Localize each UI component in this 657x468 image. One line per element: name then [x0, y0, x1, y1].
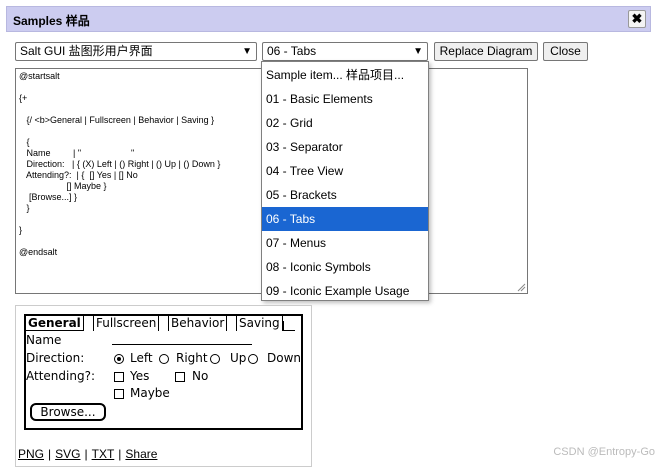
diagram-preview: General Fullscreen Behavior Saving Name …: [15, 305, 312, 467]
close-button[interactable]: Close: [543, 42, 588, 61]
dropdown-option[interactable]: 09 - Iconic Example Usage: [262, 279, 428, 303]
tab-behavior[interactable]: Behavior: [169, 316, 227, 331]
salt-window: General Fullscreen Behavior Saving Name …: [24, 314, 303, 430]
checkbox-yes-label: Yes: [130, 369, 150, 383]
sample-select[interactable]: 06 - Tabs ▼: [262, 42, 428, 61]
tab-underline: [26, 330, 84, 331]
svg-link[interactable]: SVG: [55, 447, 80, 461]
png-link[interactable]: PNG: [18, 447, 44, 461]
dropdown-option[interactable]: 03 - Separator: [262, 135, 428, 159]
export-links: PNG | SVG | TXT | Share: [18, 447, 158, 461]
checkbox-no[interactable]: [175, 372, 185, 382]
radio-right[interactable]: [159, 354, 169, 364]
chevron-down-icon: ▼: [242, 46, 252, 57]
dropdown-option[interactable]: 02 - Grid: [262, 111, 428, 135]
dropdown-option-selected[interactable]: 06 - Tabs: [262, 207, 428, 231]
tab-spacer: [84, 316, 94, 331]
checkbox-maybe[interactable]: [114, 389, 124, 399]
direction-label: Direction:: [26, 351, 85, 365]
dialog-titlebar: Samples 样品 ✖: [6, 6, 651, 32]
radio-left-label: Left: [130, 351, 153, 365]
radio-up[interactable]: [210, 354, 220, 364]
close-icon[interactable]: ✖: [628, 10, 646, 28]
dropdown-option[interactable]: 04 - Tree View: [262, 159, 428, 183]
sample-dropdown-list: Sample item... 样品项目... 01 - Basic Elemen…: [261, 61, 429, 301]
tab-fullscreen[interactable]: Fullscreen: [94, 316, 159, 331]
radio-right-label: Right: [176, 351, 208, 365]
tab-spacer: [227, 316, 237, 331]
tab-general[interactable]: General: [26, 316, 84, 331]
checkbox-no-label: No: [192, 369, 209, 383]
radio-up-label: Up: [230, 351, 247, 365]
tab-underline: [283, 330, 295, 331]
chevron-down-icon: ▼: [413, 46, 423, 57]
sample-select-value: 06 - Tabs: [267, 44, 317, 58]
code-text: @startsalt {+ {/ <b>General | Fullscreen…: [19, 71, 221, 257]
replace-diagram-button[interactable]: Replace Diagram: [434, 42, 538, 61]
tab-saving[interactable]: Saving: [237, 316, 283, 331]
txt-link[interactable]: TXT: [92, 447, 115, 461]
dropdown-option[interactable]: Sample item... 样品项目...: [262, 63, 428, 87]
category-select[interactable]: Salt GUI 盐图形用户界面 ▼: [15, 42, 257, 61]
resize-handle-icon[interactable]: [516, 282, 526, 292]
dropdown-option[interactable]: 05 - Brackets: [262, 183, 428, 207]
dropdown-option[interactable]: 01 - Basic Elements: [262, 87, 428, 111]
share-link[interactable]: Share: [125, 447, 157, 461]
radio-down-label: Down: [267, 351, 302, 365]
dropdown-option[interactable]: 07 - Menus: [262, 231, 428, 255]
attending-label: Attending?:: [26, 369, 95, 383]
checkbox-yes[interactable]: [114, 372, 124, 382]
dropdown-option[interactable]: 08 - Iconic Symbols: [262, 255, 428, 279]
checkbox-maybe-label: Maybe: [130, 386, 170, 400]
name-input[interactable]: [112, 344, 252, 345]
radio-left[interactable]: [114, 354, 124, 364]
browse-button[interactable]: Browse...: [30, 403, 106, 421]
radio-down[interactable]: [248, 354, 258, 364]
watermark: CSDN @Entropy-Go: [553, 446, 655, 458]
tab-divider: [283, 321, 284, 331]
dialog-title: Samples 样品: [13, 14, 90, 28]
name-label: Name: [26, 333, 62, 347]
category-select-value: Salt GUI 盐图形用户界面: [20, 44, 153, 58]
tab-spacer: [159, 316, 169, 331]
